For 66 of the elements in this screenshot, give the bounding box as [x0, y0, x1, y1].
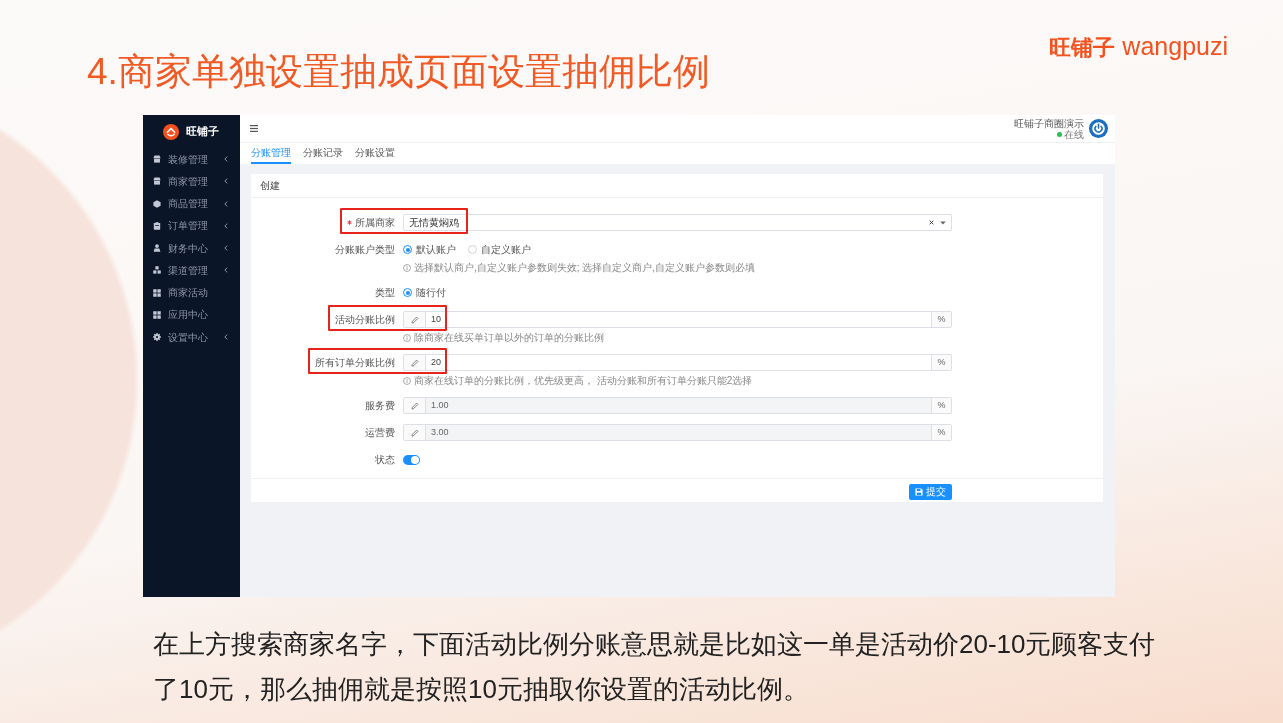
- user-icon: [153, 244, 161, 253]
- pencil-icon: [410, 358, 419, 367]
- slide-title: 4.商家单独设置抽成页面设置抽佣比例: [87, 51, 710, 93]
- input-field[interactable]: 20 %: [403, 354, 952, 371]
- select-field[interactable]: 无情黄焖鸡: [403, 214, 952, 231]
- help-text: 选择默认商户,自定义账户参数则失效; 选择自定义商户,自定义账户参数则必填: [414, 262, 756, 274]
- sidebar-item[interactable]: 装修管理: [143, 148, 240, 171]
- unit-label: %: [931, 425, 951, 440]
- tab[interactable]: 分账设置: [355, 143, 395, 164]
- shop-icon: [153, 177, 161, 186]
- radio-button[interactable]: [468, 245, 477, 254]
- help-text: 除商家在线买单订单以外的订单的分账比例: [414, 332, 604, 344]
- cluster-icon: [153, 266, 161, 275]
- cube-icon: [153, 199, 161, 208]
- info-icon: [403, 377, 411, 385]
- radio-label[interactable]: 随行付: [416, 285, 446, 300]
- sidebar-item[interactable]: 渠道管理: [143, 259, 240, 282]
- grid-icon: [153, 310, 161, 319]
- sidebar-item[interactable]: 商家管理: [143, 170, 240, 193]
- clear-icon[interactable]: [929, 220, 934, 225]
- save-icon: [915, 488, 923, 496]
- field-label: 分账账户类型: [335, 243, 395, 257]
- sidebar-item[interactable]: 设置中心: [143, 326, 240, 349]
- radio-label[interactable]: 自定义账户: [481, 242, 531, 257]
- status-label: 在线: [1064, 128, 1084, 140]
- menu-icon[interactable]: [250, 125, 258, 132]
- field-label: 所属商家: [355, 216, 395, 230]
- help-text: 商家在线订单的分账比例，优先级更高， 活动分账和所有订单分账只能2选择: [414, 375, 753, 387]
- field-label: 所有订单分账比例: [315, 356, 395, 370]
- clipboard-icon: [153, 221, 161, 230]
- settings-icon: [153, 333, 161, 342]
- power-icon[interactable]: [1089, 119, 1108, 138]
- field-label: 服务费: [365, 399, 395, 413]
- pencil-icon: [410, 401, 419, 410]
- logo-text: 旺铺子: [1049, 37, 1116, 59]
- radio-button[interactable]: [403, 288, 412, 297]
- caret-icon[interactable]: [940, 220, 946, 225]
- unit-label: %: [931, 312, 951, 327]
- field-label: 类型: [375, 286, 395, 300]
- field-label: 状态: [375, 453, 395, 467]
- unit-label: %: [931, 398, 951, 413]
- sidebar-item[interactable]: 应用中心: [143, 303, 240, 326]
- info-icon: [403, 264, 411, 272]
- pencil-icon: [410, 428, 419, 437]
- unit-label: %: [931, 355, 951, 370]
- shop-icon: [153, 155, 161, 164]
- grid-icon: [153, 288, 161, 297]
- radio-label[interactable]: 默认账户: [416, 242, 456, 257]
- sidebar-item[interactable]: 商品管理: [143, 192, 240, 215]
- sidebar-item[interactable]: 订单管理: [143, 214, 240, 237]
- logo-icon: [163, 123, 179, 140]
- logo-text: wangpuzi: [1122, 34, 1228, 59]
- input-field[interactable]: 10 %: [403, 311, 952, 328]
- radio-button[interactable]: [403, 245, 412, 254]
- field-label: 活动分账比例: [335, 313, 395, 327]
- field-label: 运营费: [365, 426, 395, 440]
- card-title: 创建: [260, 179, 280, 193]
- pencil-icon: [410, 315, 419, 324]
- user-name: 旺铺子商圈演示: [1014, 117, 1084, 129]
- tab[interactable]: 分账记录: [303, 143, 343, 164]
- caption-text: 在上方搜索商家名字，下面活动比例分账意思就是比如这一单是活动价20-10元顾客支付了10元，那么抽佣就是按照10元抽取你设置的活动比例。: [153, 628, 1157, 706]
- sidebar-item[interactable]: 财务中心: [143, 237, 240, 260]
- sidebar-item[interactable]: 商家活动: [143, 281, 240, 304]
- brand-name: 旺铺子: [186, 124, 219, 140]
- toggle-switch[interactable]: [403, 454, 420, 465]
- info-icon: [403, 334, 411, 342]
